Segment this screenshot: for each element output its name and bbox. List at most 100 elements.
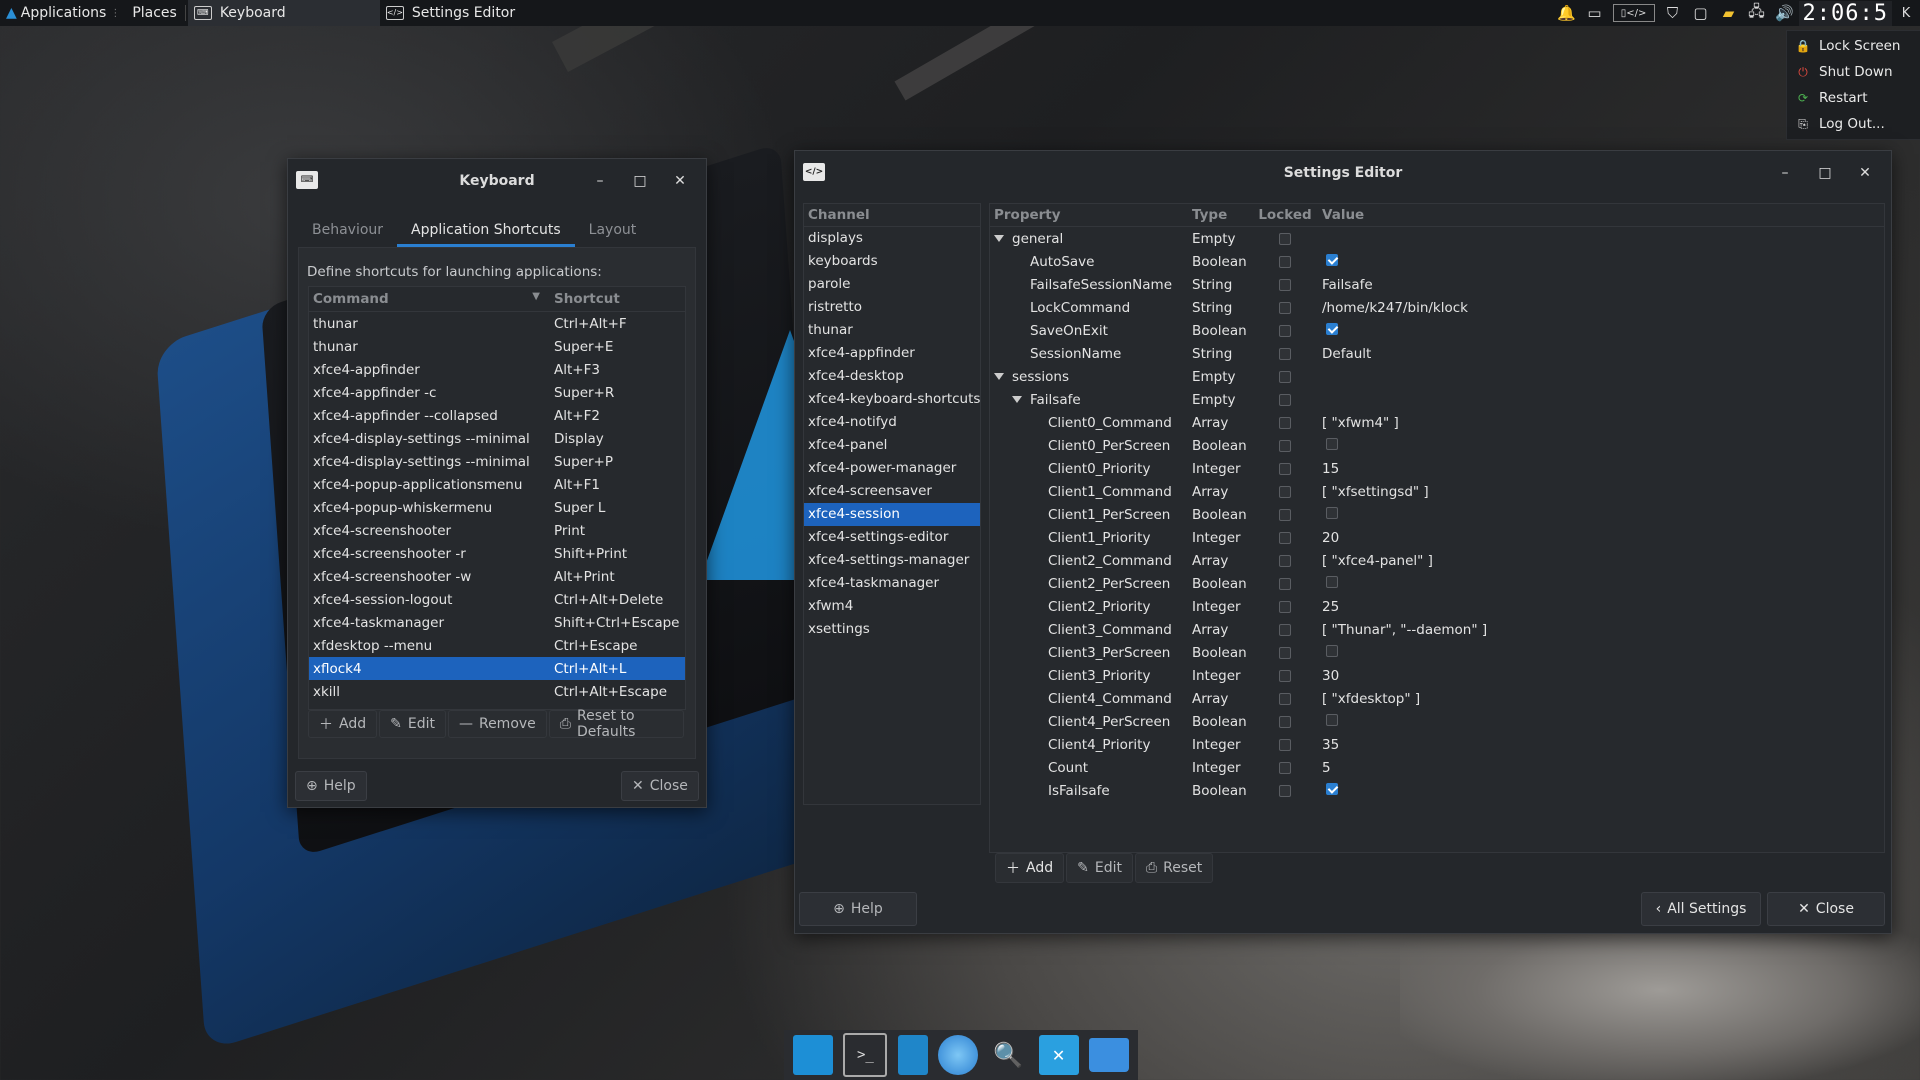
clipboard-icon[interactable]: ▢ — [1691, 3, 1711, 23]
column-header-channel[interactable]: Channel — [804, 204, 980, 227]
add-button[interactable]: ＋ Add — [995, 853, 1065, 883]
web-browser-icon[interactable] — [937, 1035, 978, 1075]
property-value-cell[interactable]: [ "xfdesktop" ] — [1316, 691, 1884, 707]
table-row[interactable]: xfce4-display-settings --minimal Display — [309, 427, 685, 450]
property-row[interactable]: FailsafeSessionName String Failsafe — [990, 273, 1884, 296]
menu-item-restart[interactable]: ⟳ Restart — [1787, 85, 1920, 111]
property-value-cell[interactable]: 35 — [1316, 737, 1884, 753]
workspace-switcher-icon[interactable]: ▯</> — [1612, 4, 1655, 22]
reset-to-defaults-button[interactable]: ⎙ Reset to Defaults — [548, 708, 684, 740]
table-row[interactable]: xfce4-session-logout Ctrl+Alt+Delete — [309, 588, 685, 611]
column-header-value[interactable]: Value — [1316, 207, 1884, 223]
locked-checkbox[interactable] — [1279, 393, 1291, 406]
table-row[interactable]: xfce4-screenshooter Print — [309, 519, 685, 542]
property-row[interactable]: Client4_PerScreen Boolean — [990, 710, 1884, 733]
property-row[interactable]: Client2_PerScreen Boolean — [990, 572, 1884, 595]
locked-checkbox[interactable] — [1279, 370, 1291, 383]
desktop-icon[interactable] — [793, 1035, 834, 1075]
property-row[interactable]: SessionName String Default — [990, 342, 1884, 365]
channel-item[interactable]: parole — [804, 273, 980, 296]
property-value-cell[interactable]: [ "xfwm4" ] — [1316, 415, 1884, 431]
property-row[interactable]: Client1_PerScreen Boolean — [990, 503, 1884, 526]
property-value-cell[interactable]: 30 — [1316, 668, 1884, 684]
minimize-button[interactable]: – — [1765, 165, 1805, 181]
channel-item[interactable]: xfce4-power-manager — [804, 457, 980, 480]
table-row[interactable]: xfce4-display-settings --minimal Super+P — [309, 450, 685, 473]
maximize-button[interactable]: □ — [620, 173, 660, 189]
table-row[interactable]: xfce4-popup-applicationsmenu Alt+F1 — [309, 473, 685, 496]
property-value-cell[interactable]: Default — [1316, 346, 1884, 362]
property-row[interactable]: Client0_PerScreen Boolean — [990, 434, 1884, 457]
property-value-cell[interactable]: 5 — [1316, 760, 1884, 776]
locked-checkbox[interactable] — [1279, 416, 1291, 429]
search-icon[interactable]: 🔍 — [988, 1035, 1028, 1075]
close-icon[interactable]: ✕ — [1845, 165, 1885, 181]
value-checkbox[interactable] — [1326, 713, 1338, 726]
add-button[interactable]: ＋ Add — [308, 710, 378, 738]
edit-button[interactable]: ✎ Edit — [379, 710, 446, 738]
property-row[interactable]: SaveOnExit Boolean — [990, 319, 1884, 342]
taskbar-item-settings-editor[interactable]: </> Settings Editor — [380, 0, 572, 26]
locked-checkbox[interactable] — [1279, 554, 1291, 567]
value-checkbox[interactable] — [1326, 506, 1338, 519]
maximize-button[interactable]: □ — [1805, 165, 1845, 181]
expander-arrow-icon[interactable] — [1012, 396, 1022, 403]
notification-bell-icon[interactable]: 🔔 — [1557, 3, 1577, 23]
column-header-command[interactable]: Command ▼ — [309, 291, 554, 307]
expander-arrow-icon[interactable] — [994, 373, 1004, 380]
value-checkbox[interactable] — [1326, 322, 1338, 335]
close-icon[interactable]: ✕ — [660, 173, 700, 189]
locked-checkbox[interactable] — [1279, 738, 1291, 751]
locked-checkbox[interactable] — [1279, 761, 1291, 774]
table-row[interactable]: xflock4 Ctrl+Alt+L — [309, 657, 685, 680]
channel-item[interactable]: xfce4-panel — [804, 434, 980, 457]
locked-checkbox[interactable] — [1279, 600, 1291, 613]
user-menu-button[interactable]: K — [1896, 3, 1916, 23]
property-value-cell[interactable] — [1316, 575, 1884, 592]
property-row[interactable]: Client4_Command Array [ "xfdesktop" ] — [990, 687, 1884, 710]
channel-item[interactable]: xfce4-desktop — [804, 365, 980, 388]
close-button[interactable]: ✕ Close — [621, 771, 699, 801]
locked-checkbox[interactable] — [1279, 784, 1291, 797]
property-row[interactable]: sessions Empty — [990, 365, 1884, 388]
table-row[interactable]: xfce4-taskmanager Shift+Ctrl+Escape — [309, 611, 685, 634]
property-row[interactable]: Client3_Priority Integer 30 — [990, 664, 1884, 687]
property-value-cell[interactable]: /home/k247/bin/klock — [1316, 300, 1884, 316]
reset-button[interactable]: ⎙ Reset — [1134, 853, 1214, 883]
taskbar-item-keyboard[interactable]: ⌨ Keyboard — [187, 0, 380, 26]
locked-checkbox[interactable] — [1279, 646, 1291, 659]
remove-button[interactable]: — Remove — [447, 710, 547, 738]
keyboard-titlebar[interactable]: ⌨ Keyboard – □ ✕ — [288, 159, 706, 203]
table-row[interactable]: xfdesktop --menu Ctrl+Escape — [309, 634, 685, 657]
locked-checkbox[interactable] — [1279, 485, 1291, 498]
value-checkbox[interactable] — [1326, 782, 1338, 795]
screenshot-icon[interactable]: ✕ — [1038, 1035, 1079, 1075]
property-row[interactable]: Client1_Command Array [ "xfsettingsd" ] — [990, 480, 1884, 503]
applications-menu-button[interactable]: ▲ Applications ⋮ — [0, 0, 126, 26]
property-value-cell[interactable]: [ "xfce4-panel" ] — [1316, 553, 1884, 569]
value-checkbox[interactable] — [1326, 253, 1338, 266]
all-settings-button[interactable]: ‹ All Settings — [1641, 892, 1761, 926]
property-row[interactable]: Client2_Command Array [ "xfce4-panel" ] — [990, 549, 1884, 572]
channel-item[interactable]: xfce4-keyboard-shortcuts — [804, 388, 980, 411]
column-header-locked[interactable]: Locked — [1254, 207, 1316, 223]
property-row[interactable]: Client2_Priority Integer 25 — [990, 595, 1884, 618]
channel-item[interactable]: xfce4-notifyd — [804, 411, 980, 434]
table-row[interactable]: xfce4-appfinder --collapsed Alt+F2 — [309, 404, 685, 427]
help-button[interactable]: ⊕ Help — [295, 771, 367, 801]
tab-layout[interactable]: Layout — [575, 213, 651, 247]
property-row[interactable]: Failsafe Empty — [990, 388, 1884, 411]
channel-item[interactable]: xfce4-settings-editor — [804, 526, 980, 549]
power-manager-icon[interactable]: ▰ — [1719, 3, 1739, 23]
locked-checkbox[interactable] — [1279, 232, 1291, 245]
table-row[interactable]: xfce4-screenshooter -w Alt+Print — [309, 565, 685, 588]
locked-checkbox[interactable] — [1279, 692, 1291, 705]
property-row[interactable]: Client4_Priority Integer 35 — [990, 733, 1884, 756]
shield-icon[interactable]: ⛉ — [1663, 3, 1683, 23]
property-value-cell[interactable]: 20 — [1316, 530, 1884, 546]
locked-checkbox[interactable] — [1279, 669, 1291, 682]
locked-checkbox[interactable] — [1279, 508, 1291, 521]
menu-item-lock-screen[interactable]: 🔒 Lock Screen — [1787, 33, 1920, 59]
value-checkbox[interactable] — [1326, 437, 1338, 450]
property-value-cell[interactable] — [1316, 253, 1884, 270]
